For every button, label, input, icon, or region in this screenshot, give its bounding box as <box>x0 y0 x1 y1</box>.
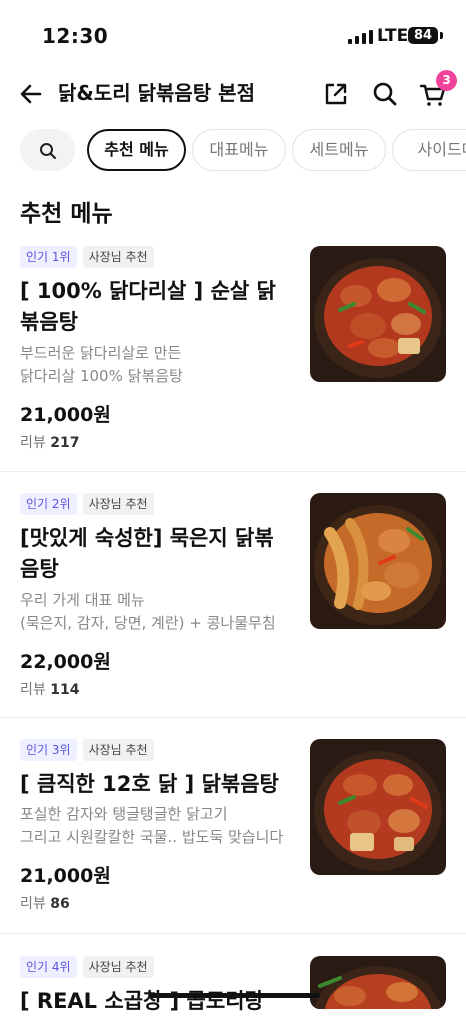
status-time: 12:30 <box>42 24 109 48</box>
item-name: [ REAL 소곱창 ] 곱도리탕 <box>20 989 264 1013</box>
menu-item[interactable]: 인기 2위 사장님 추천 [맛있게 숙성한] 묵은지 닭볶음탕 우리 가게 대표… <box>0 493 466 703</box>
share-icon <box>325 83 347 105</box>
food-photo <box>310 956 446 1009</box>
item-divider <box>0 717 466 718</box>
store-title: 닭&도리 닭볶음탕 본점 <box>58 81 255 105</box>
menu-search-button[interactable] <box>20 129 75 171</box>
item-price: 22,000원 <box>20 651 111 673</box>
review-label: 리뷰 <box>20 682 46 698</box>
status-bar: 12:30 LTE 84 <box>0 0 466 70</box>
item-reviews: 리뷰 217 <box>20 432 79 452</box>
item-name: [ 100% 닭다리살 ] 순살 닭볶음탕 <box>20 279 276 334</box>
item-divider <box>0 471 466 472</box>
item-description: 우리 가게 대표 메뉴 (묵은지, 감자, 당면, 계란) + 콩나물무침 <box>20 591 276 632</box>
item-price: 21,000원 <box>20 404 111 426</box>
search-button[interactable] <box>369 78 401 110</box>
home-indicator <box>150 993 320 998</box>
tab-set[interactable]: 세트메뉴 <box>292 129 386 171</box>
food-photo <box>310 246 446 382</box>
food-photo <box>310 739 446 875</box>
menu-tabs: 추천 메뉴 대표메뉴 세트메뉴 사이드메 <box>0 128 466 174</box>
tab-signature[interactable]: 대표메뉴 <box>192 129 286 171</box>
battery-tip <box>440 32 443 39</box>
item-description: 부드러운 닭다리살로 만든 닭다리살 100% 닭볶음탕 <box>20 344 183 385</box>
cart-count-badge: 3 <box>436 70 457 91</box>
search-icon <box>373 82 397 106</box>
menu-item[interactable]: 인기 4위 사장님 추천 [ REAL 소곱창 ] 곱도리탕 <box>0 956 466 1013</box>
review-count: 217 <box>50 435 80 451</box>
item-price: 21,000원 <box>20 865 111 887</box>
item-reviews: 리뷰 86 <box>20 893 70 913</box>
item-badges: 인기 1위 사장님 추천 <box>20 246 154 268</box>
food-photo <box>310 493 446 629</box>
search-icon <box>39 143 56 160</box>
item-badges: 인기 2위 사장님 추천 <box>20 493 154 515</box>
owner-pick-badge: 사장님 추천 <box>82 493 154 515</box>
owner-pick-badge: 사장님 추천 <box>82 246 154 268</box>
review-count: 86 <box>50 896 70 912</box>
app-header: 닭&도리 닭볶음탕 본점 <box>0 68 466 120</box>
owner-pick-badge: 사장님 추천 <box>82 956 154 978</box>
item-badges: 인기 3위 사장님 추천 <box>20 739 154 761</box>
item-divider <box>0 933 466 934</box>
tab-recommended[interactable]: 추천 메뉴 <box>87 129 186 171</box>
share-button[interactable] <box>320 78 352 110</box>
item-badges: 인기 4위 사장님 추천 <box>20 956 154 978</box>
rank-badge: 인기 1위 <box>20 246 77 268</box>
review-label: 리뷰 <box>20 435 46 451</box>
rank-badge: 인기 4위 <box>20 956 77 978</box>
back-arrow-icon <box>20 84 42 104</box>
battery-icon: 84 <box>408 27 438 44</box>
review-count: 114 <box>50 682 80 698</box>
back-button[interactable] <box>16 78 48 110</box>
item-name: [ 큼직한 12호 닭 ] 닭볶음탕 <box>20 772 279 796</box>
review-label: 리뷰 <box>20 896 46 912</box>
rank-badge: 인기 3위 <box>20 739 77 761</box>
item-name: [맛있게 숙성한] 묵은지 닭볶음탕 <box>20 526 274 581</box>
owner-pick-badge: 사장님 추천 <box>82 739 154 761</box>
rank-badge: 인기 2위 <box>20 493 77 515</box>
menu-item[interactable]: 인기 3위 사장님 추천 [ 큼직한 12호 닭 ] 닭볶음탕 포실한 감자와 … <box>0 739 466 929</box>
item-description: 포실한 감자와 탱글탱글한 닭고기 그리고 시원칼칼한 국물.. 밥도둑 맞습니… <box>20 805 284 846</box>
tab-side[interactable]: 사이드메 <box>392 129 466 171</box>
network-label: LTE <box>377 26 409 46</box>
signal-icon <box>348 30 373 44</box>
section-title: 추천 메뉴 <box>20 201 113 227</box>
item-reviews: 리뷰 114 <box>20 679 79 699</box>
menu-item[interactable]: 인기 1위 사장님 추천 [ 100% 닭다리살 ] 순살 닭볶음탕 부드러운 … <box>0 246 466 466</box>
